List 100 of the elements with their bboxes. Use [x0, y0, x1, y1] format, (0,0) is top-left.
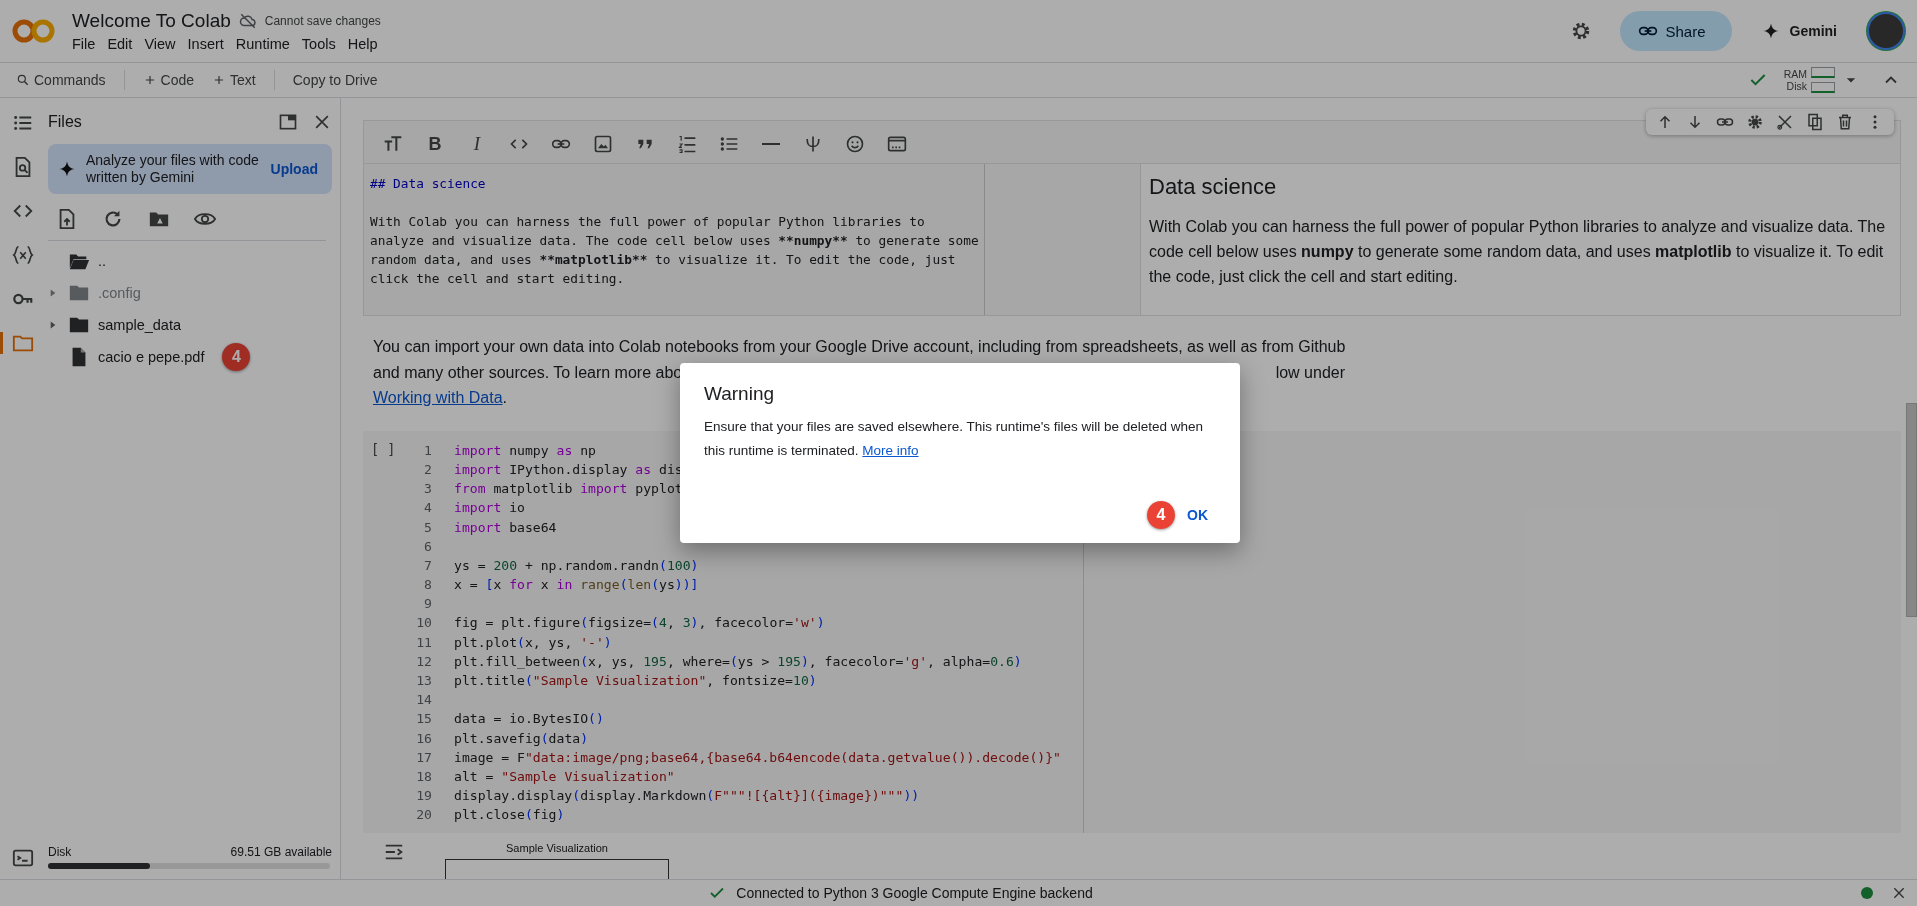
line-number: 5 [423, 518, 432, 537]
link[interactable]: Working with Data [373, 389, 503, 407]
settings-icon[interactable] [1746, 113, 1764, 131]
body-text: You can import your own data into Colab notebooks from your Google Drive account, including from spreadsheets, as well as from Github [373, 337, 1347, 357]
menu-item[interactable]: Tools [301, 36, 336, 52]
body-text: low under [1275, 362, 1345, 383]
line-number: 13 [415, 672, 432, 691]
image-icon [593, 134, 613, 154]
code-line: import numpy as np [454, 441, 596, 460]
code-line: plt.savefig(data) [454, 729, 589, 748]
commands-button[interactable]: Commands [10, 68, 112, 92]
copy-to-drive-button[interactable]: Copy to Drive [286, 68, 384, 92]
line-number: 15 [415, 710, 432, 729]
terminal-icon[interactable] [12, 847, 34, 869]
menu-item[interactable]: View [144, 36, 176, 52]
line-number: 19 [415, 787, 432, 806]
section-heading: Data science [1149, 174, 1278, 200]
count-badge: 4 [1147, 501, 1175, 529]
search-icon [16, 73, 30, 87]
code-line: random data, and uses **matplotlib** to visualize it. To edit the code, just [370, 251, 957, 269]
file-tree-item[interactable]: sample_data [46, 309, 340, 341]
connection-dot [1861, 887, 1873, 899]
dialog-message: Ensure that your files are saved elsewhere. This runtime's files will be deleted when this runtime is terminated. More info [704, 418, 1205, 460]
ram-meter [1811, 67, 1835, 78]
code-line: plt.plot(x, ys, '-') [454, 633, 612, 652]
line-number: 17 [415, 748, 432, 767]
code-line: x = [x for x in range(len(ys))] [454, 576, 699, 595]
code-line: import base64 [454, 518, 557, 537]
code-line: fig = plt.figure(figsize=(4, 3), facecolor='w') [454, 614, 825, 633]
gemini-button[interactable]: Gemini [1745, 11, 1853, 51]
file-tree-item[interactable]: cacio e pepe.pdf 4 [46, 341, 340, 373]
ok-button[interactable]: OK [1179, 501, 1216, 529]
ram-label: RAM [1783, 68, 1807, 80]
upload-link[interactable]: Upload [270, 161, 318, 177]
more-info-link[interactable]: More info [862, 443, 919, 458]
psi-icon [803, 134, 823, 154]
line-number: 18 [415, 767, 432, 786]
line-number: 20 [415, 806, 432, 825]
code-line: plt.close(fig) [454, 806, 565, 825]
add-text-button[interactable]: Text [206, 68, 262, 92]
disk-meter [1811, 82, 1835, 93]
bulleted-list-icon [719, 134, 739, 154]
horizontal-rule-icon [762, 143, 780, 145]
panel-title: Files [48, 113, 82, 131]
line-number: 3 [423, 480, 432, 499]
italic-button[interactable]: I [458, 129, 496, 159]
code-line: ## Data science [370, 175, 487, 193]
emoji-icon [845, 134, 865, 154]
code-line: With Colab you can harness the full power of popular Python libraries to [370, 213, 926, 231]
line-number: 6 [423, 537, 432, 556]
add-code-button[interactable]: Code [136, 68, 201, 92]
file-tree-item[interactable]: .. [46, 245, 340, 277]
code-line: from matplotlib import pyplot [454, 480, 683, 499]
menu-item[interactable]: Runtime [235, 36, 290, 52]
code-line: display.display(display.Markdown(F"""![{alt}]({image})""")) [454, 787, 920, 806]
menu-item[interactable]: Edit [107, 36, 133, 52]
close-icon[interactable] [1891, 885, 1907, 901]
share-button[interactable]: Share [1619, 11, 1732, 51]
code-line: image = F"data:image/png;base64,{base64.b64encode(data.getvalue()).decode()}" [454, 748, 1061, 767]
line-number: 11 [415, 633, 432, 652]
braces-icon [12, 244, 34, 266]
line-number: 14 [415, 691, 432, 710]
status-message: Connected to Python 3 Google Compute Engine backend [736, 885, 1093, 901]
dialog-title: Warning [704, 383, 776, 405]
line-number: 2 [423, 460, 432, 479]
line-number: 7 [423, 556, 432, 575]
run-button[interactable]: [ ] [371, 440, 398, 833]
copy-icon[interactable] [1806, 113, 1824, 131]
code-line: ys = 200 + np.random.randn(100) [454, 556, 699, 575]
banner-text: Analyze your files with code written by Gemini [86, 152, 260, 186]
numbered-list-icon [677, 134, 697, 154]
notebook-title[interactable]: Welcome To Colab [72, 10, 231, 32]
open-in-tab-icon[interactable] [278, 112, 298, 132]
logo-icon[interactable] [12, 17, 56, 45]
delete-icon[interactable] [1836, 113, 1854, 131]
bold-button[interactable]: B [416, 129, 454, 159]
code-line: plt.fill_between(x, ys, 195, where=(ys > 195), facecolor='g', alpha=0.6) [454, 652, 1022, 671]
line-number: 4 [423, 499, 432, 518]
menu-item[interactable]: Help [347, 36, 378, 52]
scrollbar-thumb[interactable] [1906, 403, 1917, 617]
text-size-icon [383, 134, 403, 154]
code-line: click the cell and start editing. [370, 270, 626, 288]
menu-item[interactable]: File [72, 36, 96, 52]
scissors-icon[interactable] [1776, 113, 1794, 131]
disk-available: 69.51 GB available [230, 845, 332, 859]
cloud-off-icon [238, 12, 257, 30]
code-line: import io [454, 499, 525, 518]
line-number: 9 [423, 595, 432, 614]
body-text: . [502, 389, 507, 407]
save-status: Cannot save changes [264, 14, 381, 28]
resources-button[interactable]: RAM Disk [1783, 67, 1835, 93]
line-number: 16 [415, 729, 432, 748]
code-line: alt = "Sample Visualization" [454, 767, 675, 786]
avatar[interactable] [1867, 12, 1905, 50]
disk-label: Disk [48, 845, 72, 859]
sparkle-icon [58, 160, 76, 178]
body-text: With Colab you can harness the full power of popular Python libraries to analyze and visualize data. The code cell below uses numpy to generate some random data, and uses matplotlib to visualize it. To edit the code, just click the cell and start editing. [1149, 217, 1887, 287]
plot-title: Sample Visualization [505, 841, 609, 854]
count-badge: 4 [222, 343, 251, 371]
menu-item[interactable]: Insert [187, 36, 224, 52]
